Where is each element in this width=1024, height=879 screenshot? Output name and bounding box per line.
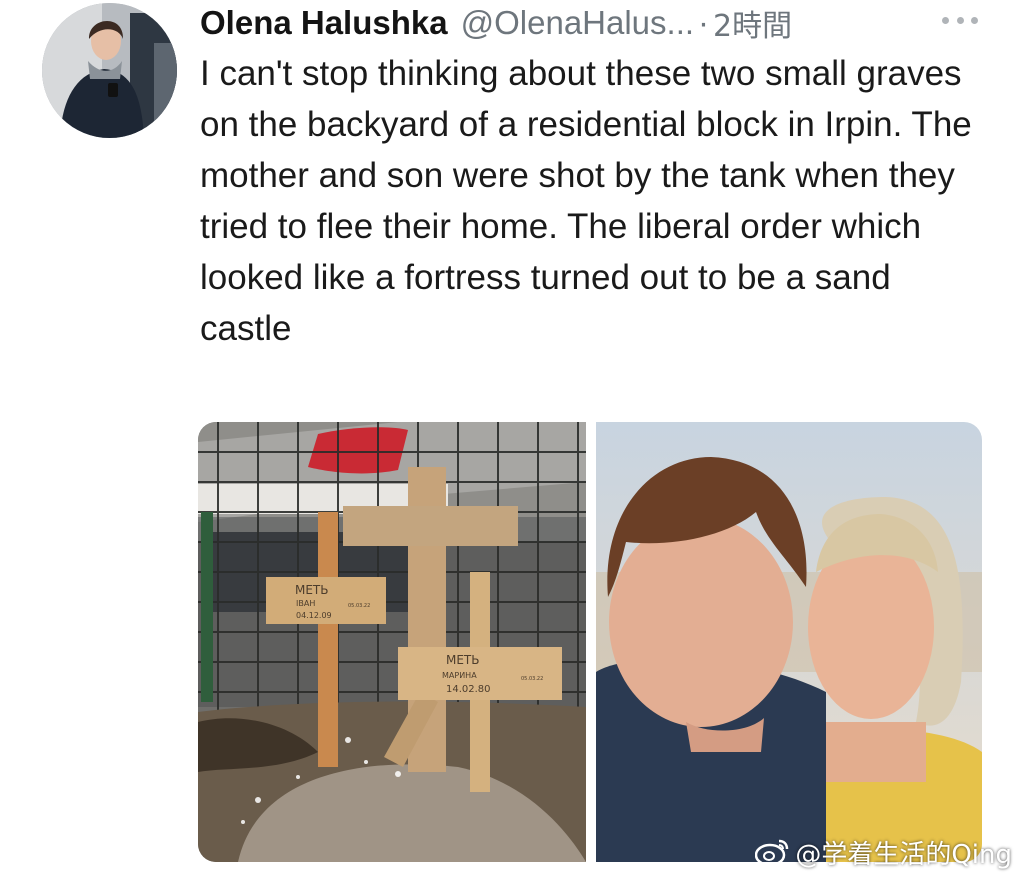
sign-bottom-line1: МЕТЬ [446, 653, 480, 667]
avatar-photo [42, 3, 177, 138]
sign-top-line1: МЕТЬ [295, 583, 329, 597]
sign-top-corner: 05.03.22 [348, 603, 370, 609]
sign-top-line2: ІВАН [296, 599, 315, 608]
more-horizontal-icon[interactable] [942, 10, 978, 30]
selfie-illustration [596, 422, 982, 862]
watermark: @学着生活的Qing [755, 835, 1012, 870]
mother-son-photo[interactable] [596, 422, 982, 862]
graves-photo[interactable]: МЕТЬ ІВАН 04.12.09 05.03.22 МЕТЬ МАРИНА … [198, 422, 586, 862]
tweet-media[interactable]: МЕТЬ ІВАН 04.12.09 05.03.22 МЕТЬ МАРИНА … [198, 422, 982, 862]
graves-illustration: МЕТЬ ІВАН 04.12.09 05.03.22 МЕТЬ МАРИНА … [198, 422, 586, 862]
tweet-text: I can't stop thinking about these two sm… [200, 54, 972, 348]
author-handle[interactable]: @OlenaHalus... [461, 4, 694, 42]
sign-bottom-line3: 14.02.80 [446, 684, 491, 695]
author-name[interactable]: Olena Halushka [200, 4, 448, 42]
sign-bottom-corner: 05.03.22 [521, 676, 543, 682]
weibo-icon [755, 838, 789, 866]
separator-dot: · [698, 4, 710, 41]
watermark-text: @学着生活的Qing [795, 839, 1012, 870]
sign-top-line3: 04.12.09 [296, 611, 332, 620]
tweet-header: Olena Halushka @OlenaHalus... · 2時間 [200, 0, 990, 46]
sign-bottom-line2: МАРИНА [442, 671, 477, 680]
author-avatar[interactable] [42, 3, 177, 138]
tweet-timestamp[interactable]: 2時間 [713, 1, 792, 45]
